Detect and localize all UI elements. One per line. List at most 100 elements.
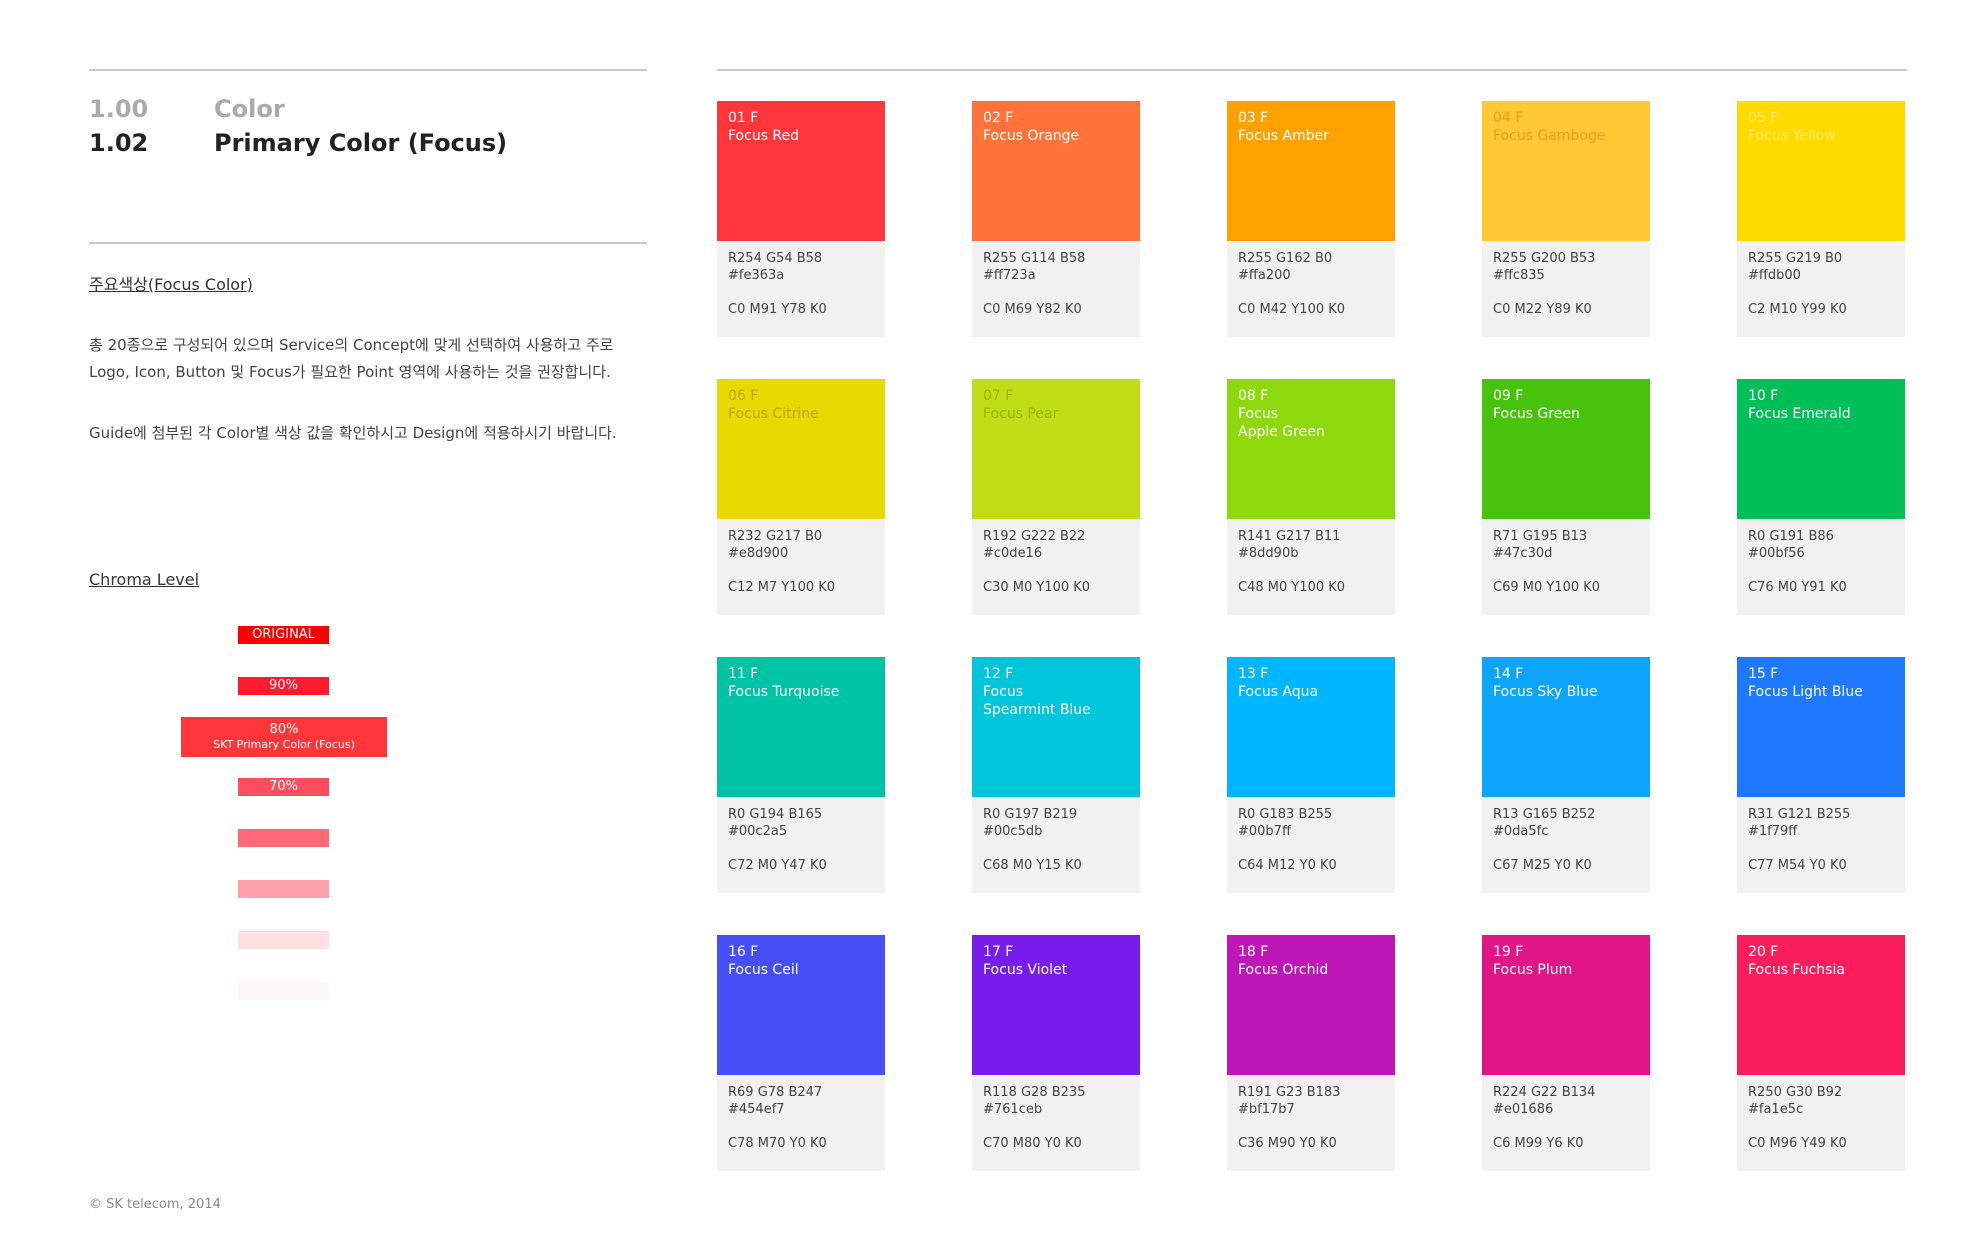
cmyk-value: C77 M54 Y0 K0 — [1748, 858, 1847, 873]
color-swatch-card: 02 F Focus Orange R255 G114 B58 #ff723a C0 M… — [972, 101, 1140, 337]
cmyk-value: C76 M0 Y91 K0 — [1748, 580, 1847, 595]
color-values: R254 G54 B58 #fe363a C0 M91 Y78 K0 — [717, 241, 885, 318]
swatch-code: 20 F — [1748, 944, 1779, 960]
cmyk-value: C0 M69 Y82 K0 — [983, 302, 1082, 317]
swatch-code: 04 F — [1493, 110, 1524, 126]
cmyk-value: C0 M91 Y78 K0 — [728, 302, 827, 317]
chroma-level-30 — [238, 982, 329, 1000]
cmyk-value: C69 M0 Y100 K0 — [1493, 580, 1601, 595]
chroma-level-original: ORIGINAL — [238, 626, 329, 644]
rgb-value: R255 G219 B0 — [1748, 251, 1843, 266]
swatch-name: Focus Gamboge — [1493, 128, 1606, 144]
color-values: R255 G219 B0 #ffdb00 C2 M10 Y99 K0 — [1737, 241, 1905, 318]
rgb-value: R255 G200 B53 — [1493, 251, 1596, 266]
section-current: 1.02 Primary Color (Focus) — [89, 129, 507, 163]
chroma-level-sublabel: SKT Primary Color (Focus) — [213, 738, 355, 751]
rgb-value: R250 G30 B92 — [1748, 1085, 1843, 1100]
hex-value: #bf17b7 — [1238, 1102, 1295, 1117]
hex-value: #ffdb00 — [1748, 268, 1801, 283]
section-divider — [89, 242, 647, 244]
color-values: R232 G217 B0 #e8d900 C12 M7 Y100 K0 — [717, 519, 885, 596]
rgb-value: R69 G78 B247 — [728, 1085, 823, 1100]
color-chip: 16 F Focus Ceil — [717, 935, 885, 1075]
rgb-value: R0 G197 B219 — [983, 807, 1078, 822]
hex-value: #454ef7 — [728, 1102, 785, 1117]
cmyk-value: C6 M99 Y6 K0 — [1493, 1136, 1584, 1151]
cmyk-value: C70 M80 Y0 K0 — [983, 1136, 1082, 1151]
cmyk-value: C0 M22 Y89 K0 — [1493, 302, 1592, 317]
hex-value: #fe363a — [728, 268, 785, 283]
swatch-code: 15 F — [1748, 666, 1779, 682]
swatch-name: Focus Aqua — [1238, 684, 1319, 700]
color-chip: 06 F Focus Citrine — [717, 379, 885, 519]
color-chip: 04 F Focus Gamboge — [1482, 101, 1650, 241]
rgb-value: R0 G183 B255 — [1238, 807, 1333, 822]
chroma-level-70: 70% — [238, 778, 329, 796]
color-values: R0 G194 B165 #00c2a5 C72 M0 Y47 K0 — [717, 797, 885, 874]
color-chip: 01 F Focus Red — [717, 101, 885, 241]
chroma-level-label: ORIGINAL — [252, 627, 315, 642]
hex-value: #fa1e5c — [1748, 1102, 1804, 1117]
swatch-code: 01 F — [728, 110, 759, 126]
swatch-name: Focus Fuchsia — [1748, 962, 1845, 978]
swatch-name: Focus Violet — [983, 962, 1068, 978]
color-values: R0 G191 B86 #00bf56 C76 M0 Y91 K0 — [1737, 519, 1905, 596]
rgb-value: R191 G23 B183 — [1238, 1085, 1341, 1100]
swatch-name: Focus Sky Blue — [1493, 684, 1598, 700]
top-divider-left — [89, 69, 647, 71]
cmyk-value: C0 M96 Y49 K0 — [1748, 1136, 1847, 1151]
rgb-value: R71 G195 B13 — [1493, 529, 1588, 544]
rgb-value: R254 G54 B58 — [728, 251, 823, 266]
color-chip: 13 F Focus Aqua — [1227, 657, 1395, 797]
hex-value: #ff723a — [983, 268, 1036, 283]
color-chip: 10 F Focus Emerald — [1737, 379, 1905, 519]
swatch-code: 17 F — [983, 944, 1014, 960]
rgb-value: R224 G22 B134 — [1493, 1085, 1596, 1100]
chroma-level-label: 70% — [269, 779, 298, 794]
color-values: R224 G22 B134 #e01686 C6 M99 Y6 K0 — [1482, 1075, 1650, 1152]
cmyk-value: C2 M10 Y99 K0 — [1748, 302, 1847, 317]
color-swatch-card: 01 F Focus Red R254 G54 B58 #fe363a C0 M91 Y… — [717, 101, 885, 337]
swatch-code: 18 F — [1238, 944, 1269, 960]
swatch-code: 19 F — [1493, 944, 1524, 960]
color-values: R191 G23 B183 #bf17b7 C36 M90 Y0 K0 — [1227, 1075, 1395, 1152]
color-swatch-card: 16 F Focus Ceil R69 G78 B247 #454ef7 C78 M70… — [717, 935, 885, 1171]
hex-value: #47c30d — [1493, 546, 1553, 561]
hex-value: #ffc835 — [1493, 268, 1545, 283]
section-number: 1.00 — [89, 95, 149, 123]
hex-value: #761ceb — [983, 1102, 1043, 1117]
color-swatch-card: 03 F Focus Amber R255 G162 B0 #ffa200 C0 M42… — [1227, 101, 1395, 337]
chroma-level-heading: Chroma Level — [89, 570, 200, 589]
swatch-code: 16 F — [728, 944, 759, 960]
swatch-code: 02 F — [983, 110, 1014, 126]
swatch-code: 03 F — [1238, 110, 1269, 126]
rgb-value: R13 G165 B252 — [1493, 807, 1596, 822]
color-swatch-card: 04 F Focus Gamboge R255 G200 B53 #ffc835 C0 … — [1482, 101, 1650, 337]
color-swatch-card: 08 F Focus Apple Green R141 G217 B11 #8dd90… — [1227, 379, 1395, 615]
chroma-level-60 — [238, 829, 329, 847]
rgb-value: R0 G194 B165 — [728, 807, 823, 822]
rgb-value: R141 G217 B11 — [1238, 529, 1341, 544]
rgb-value: R31 G121 B255 — [1748, 807, 1851, 822]
color-swatch-card: 17 F Focus Violet R118 G28 B235 #761ceb C70 … — [972, 935, 1140, 1171]
color-swatch-card: 15 F Focus Light Blue R31 G121 B255 #1f79ff… — [1737, 657, 1905, 893]
cmyk-value: C30 M0 Y100 K0 — [983, 580, 1091, 595]
cmyk-value: C48 M0 Y100 K0 — [1238, 580, 1346, 595]
color-chip: 09 F Focus Green — [1482, 379, 1650, 519]
swatch-name: Focus Amber — [1238, 128, 1329, 144]
focus-color-heading: 주요색상(Focus Color) — [89, 275, 253, 294]
color-values: R255 G200 B53 #ffc835 C0 M22 Y89 K0 — [1482, 241, 1650, 318]
focus-color-description: 총 20종으로 구성되어 있으며 Service의 Concept에 맞게 선택… — [89, 336, 614, 381]
color-swatch-card: 07 F Focus Pear R192 G222 B22 #c0de16 C30 M0… — [972, 379, 1140, 615]
swatch-code: 13 F — [1238, 666, 1269, 682]
color-values: R250 G30 B92 #fa1e5c C0 M96 Y49 K0 — [1737, 1075, 1905, 1152]
focus-color-guide-note: Guide에 첨부된 각 Color별 색상 값을 확인하시고 Design에 … — [89, 424, 617, 442]
color-chip: 05 F Focus Yellow — [1737, 101, 1905, 241]
color-swatch-card: 19 F Focus Plum R224 G22 B134 #e01686 C6 M99… — [1482, 935, 1650, 1171]
rgb-value: R0 G191 B86 — [1748, 529, 1834, 544]
rgb-value: R255 G114 B58 — [983, 251, 1086, 266]
cmyk-value: C68 M0 Y15 K0 — [983, 858, 1082, 873]
color-swatch-card: 05 F Focus Yellow R255 G219 B0 #ffdb00 C2 M1… — [1737, 101, 1905, 337]
hex-value: #00c5db — [983, 824, 1043, 839]
color-chip: 18 F Focus Orchid — [1227, 935, 1395, 1075]
